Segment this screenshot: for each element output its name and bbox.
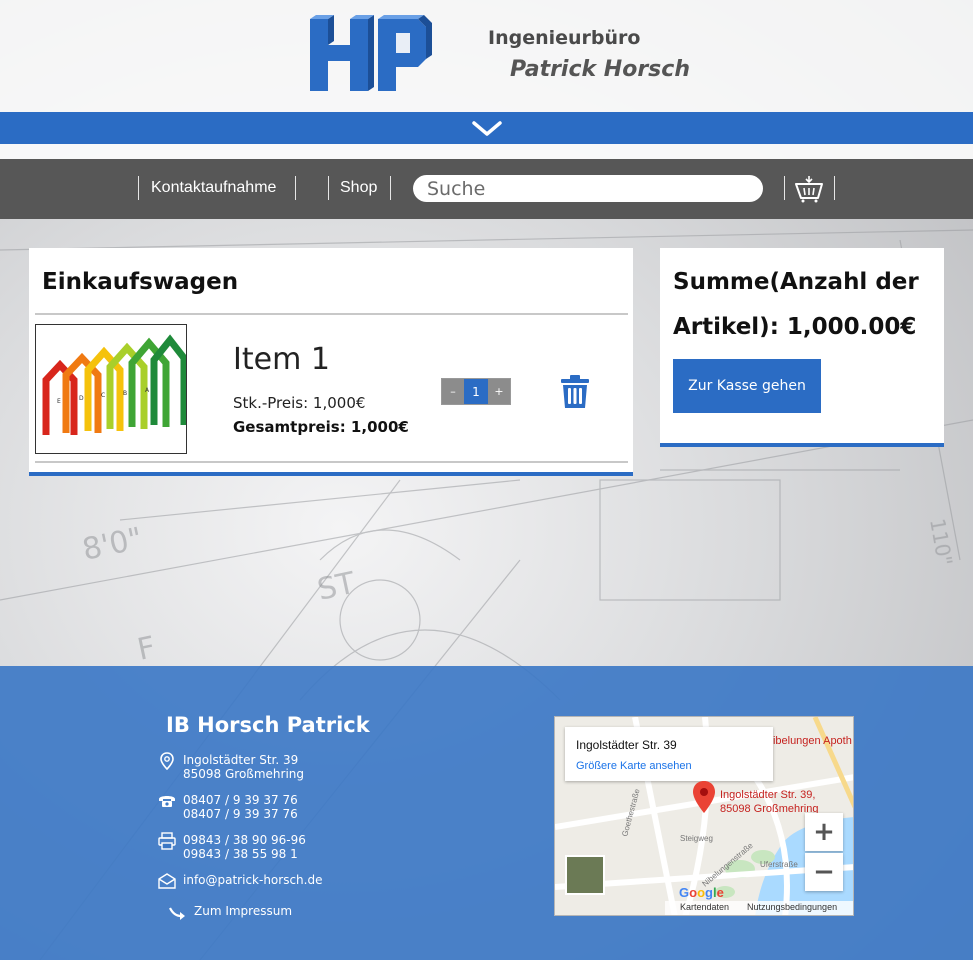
nav-item-shop[interactable]: Shop [340,179,377,197]
brand-name-line2: Patrick Horsch [510,57,690,82]
site-header: Ingenieurbüro Patrick Horsch [0,0,973,112]
footer-address-line2: 85098 Großmehring [183,767,305,781]
svg-text:Nibelungen Apoth: Nibelungen Apoth [765,735,852,747]
map-zoom-out-button[interactable]: − [805,853,843,891]
svg-text:C: C [101,392,105,399]
google-map-embed[interactable]: Goethestraße Steigweg Uferstraße Nibelun… [554,716,854,916]
svg-text:E: E [57,398,61,405]
hp-logo[interactable] [306,15,432,93]
svg-text:B: B [123,390,127,397]
cart-item-image[interactable]: EDC BA [35,324,187,454]
map-attribution-bar: Kartendaten Nutzungsbedingungen [665,901,853,915]
nav-separator [390,176,391,200]
footer-phone-2[interactable]: 08407 / 9 39 37 76 [183,807,298,821]
quantity-stepper: – 1 + [441,378,511,405]
quantity-value[interactable]: 1 [464,379,488,404]
header-accent-bar [0,112,973,144]
larger-map-link[interactable]: Größere Karte ansehen [576,760,692,772]
trash-icon[interactable] [560,375,590,408]
order-summary-panel: Summe(Anzahl der Artikel): 1,000.00€ Zur… [660,248,944,447]
fax-printer-icon [158,832,176,850]
svg-text:D: D [79,395,84,402]
nav-separator [138,176,139,200]
location-pin-icon [160,752,174,770]
search-input[interactable] [413,175,763,202]
nav-separator [295,176,296,200]
summary-total: Artikel): 1,000.00€ [673,314,917,340]
divider [35,461,628,463]
footer-email-link[interactable]: info@patrick-horsch.de [183,873,322,887]
quantity-increase-button[interactable]: + [488,379,510,404]
svg-text:110": 110" [925,517,957,568]
envelope-icon [158,873,176,889]
footer-company-name: IB Horsch Patrick [166,713,370,737]
header-divider-strip [0,144,973,159]
brand-name-line1: Ingenieurbüro [488,27,641,49]
cart-item-total-price: Gesamtpreis: 1,000€ [233,418,409,436]
map-marker-icon[interactable] [693,781,715,813]
cart-title: Einkaufswagen [42,269,239,295]
cart-item-name[interactable]: Item 1 [233,342,330,377]
nav-separator [784,176,785,200]
site-footer: IB Horsch Patrick Ingolstädter Str. 39 8… [0,666,973,960]
map-zoom-in-button[interactable]: + [805,813,843,851]
map-data-link[interactable]: Kartendaten [680,902,729,912]
footer-fax-1: 09843 / 38 90 96-96 [183,833,306,847]
google-logo: Google [679,885,724,900]
svg-text:ST: ST [314,566,358,608]
divider [35,313,628,315]
energy-efficiency-house-image: EDC BA [36,325,186,453]
map-info-card: Ingolstädter Str. 39 Größere Karte anseh… [565,727,773,781]
map-card-title: Ingolstädter Str. 39 [576,738,677,752]
nav-item-kontaktaufnahme[interactable]: Kontaktaufnahme [151,179,276,197]
svg-text:Steigweg: Steigweg [680,834,713,843]
shopping-cart-panel: Einkaufswagen EDC BA Item 1 Stk.-Preis: … [29,248,633,476]
main-navigation: Kontaktaufnahme Shop [0,159,973,219]
arrow-turn-right-icon [169,907,185,920]
map-marker-address-line1: Ingolstädter Str. 39, [720,789,816,801]
map-marker-address-line2: 85098 Großmehring [720,803,819,815]
imprint-link[interactable]: Zum Impressum [194,904,292,918]
footer-phone-1[interactable]: 08407 / 9 39 37 76 [183,793,298,807]
map-terms-link[interactable]: Nutzungsbedingungen [747,902,837,912]
footer-fax-2: 09843 / 38 55 98 1 [183,847,298,861]
nav-separator [328,176,329,200]
nav-separator [834,176,835,200]
checkout-button[interactable]: Zur Kasse gehen [673,359,821,413]
satellite-view-toggle[interactable] [565,855,605,895]
footer-address-line1: Ingolstädter Str. 39 [183,753,299,767]
shopping-cart-icon[interactable] [794,175,824,203]
chevron-down-icon[interactable] [470,117,504,139]
svg-text:8'0": 8'0" [79,521,145,568]
phone-icon [159,796,175,807]
svg-text:Uferstraße: Uferstraße [760,860,798,869]
cart-item-unit-price: Stk.-Preis: 1,000€ [233,394,366,412]
quantity-decrease-button[interactable]: – [442,379,464,404]
summary-label: Summe(Anzahl der [673,269,919,295]
svg-text:F: F [134,630,158,668]
